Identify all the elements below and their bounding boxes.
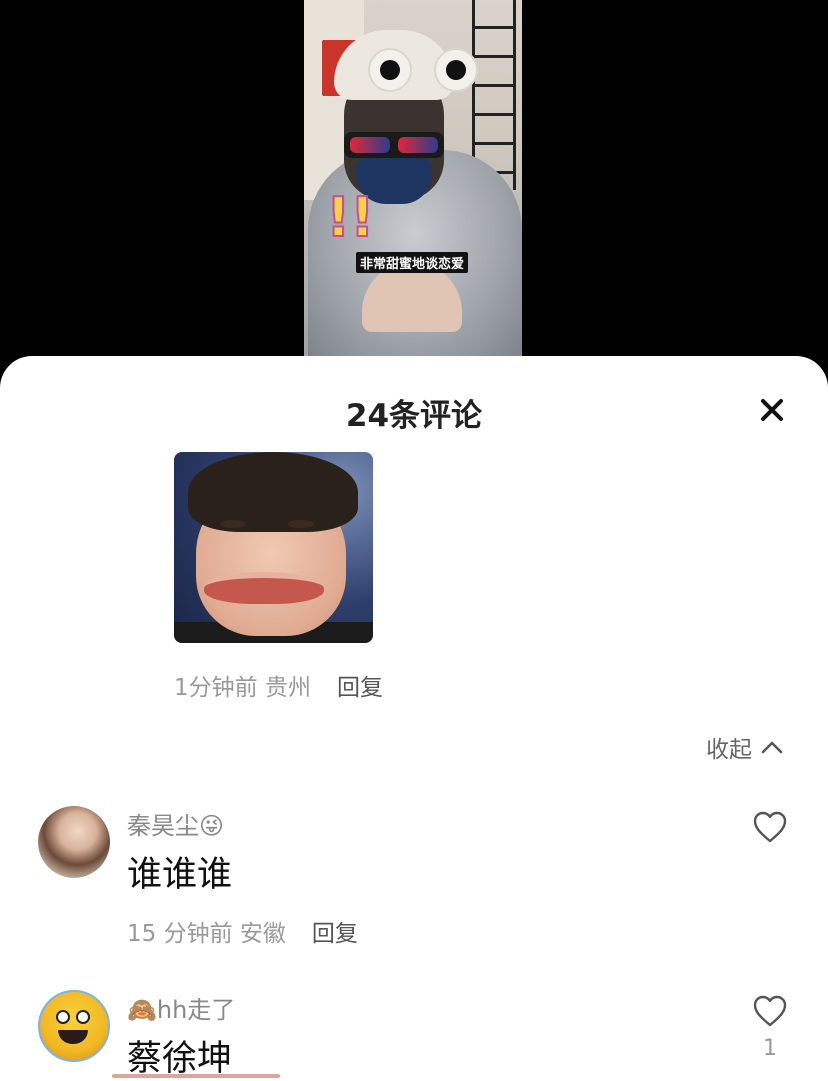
comment-meta: 15 分钟前 安徽 回复 [127, 914, 358, 948]
reply-button[interactable]: 回复 [337, 675, 383, 701]
comment-username[interactable]: 🙈hh走了 [127, 990, 235, 1025]
sticker-eye [288, 520, 314, 528]
comment-count-title: 24条评论 [345, 398, 483, 434]
collapse-replies-button[interactable]: 收起 [706, 730, 784, 764]
comment-username[interactable]: 秦昊尘😜 [127, 806, 224, 841]
heart-outline-icon[interactable] [752, 810, 788, 844]
reply-sticker-image[interactable] [174, 452, 373, 643]
heart-outline-icon[interactable] [752, 994, 788, 1028]
video-exclaim-sticker: ! [349, 185, 376, 250]
reply-time-location: 1分钟前 贵州 [174, 675, 311, 701]
collapse-label: 收起 [706, 737, 752, 763]
sticker-hair [188, 452, 358, 532]
hat-eye-left [368, 48, 412, 92]
chevron-up-icon [761, 741, 783, 754]
hat-eye-right [434, 48, 478, 92]
video-preview[interactable]: ! ! 非常甜蜜地谈恋爱 [304, 0, 522, 360]
comment-time-location: 15 分钟前 安徽 [127, 921, 286, 947]
avatar[interactable] [38, 990, 110, 1062]
video-sunglasses [344, 132, 444, 158]
avatar[interactable] [38, 806, 110, 878]
video-exclaim-sticker: ! [325, 185, 352, 250]
avatar-eyes [56, 1010, 92, 1026]
reply-button[interactable]: 回复 [312, 921, 358, 947]
highlight-underline [112, 1074, 280, 1078]
reply-meta: 1分钟前 贵州 回复 [174, 668, 383, 702]
close-icon[interactable] [754, 392, 790, 428]
avatar-mouth [58, 1030, 88, 1044]
comment-text[interactable]: 谁谁谁 [127, 846, 232, 897]
comment-sheet: 24条评论 1分钟前 贵州 回复 收起 秦昊尘😜 谁谁谁 15 分钟前 安徽 回复 [0, 356, 828, 1081]
sticker-eye [220, 520, 246, 528]
video-caption: 非常甜蜜地谈恋爱 [356, 252, 469, 273]
like-count: 1 [763, 1036, 777, 1061]
sticker-mouth [204, 572, 324, 604]
